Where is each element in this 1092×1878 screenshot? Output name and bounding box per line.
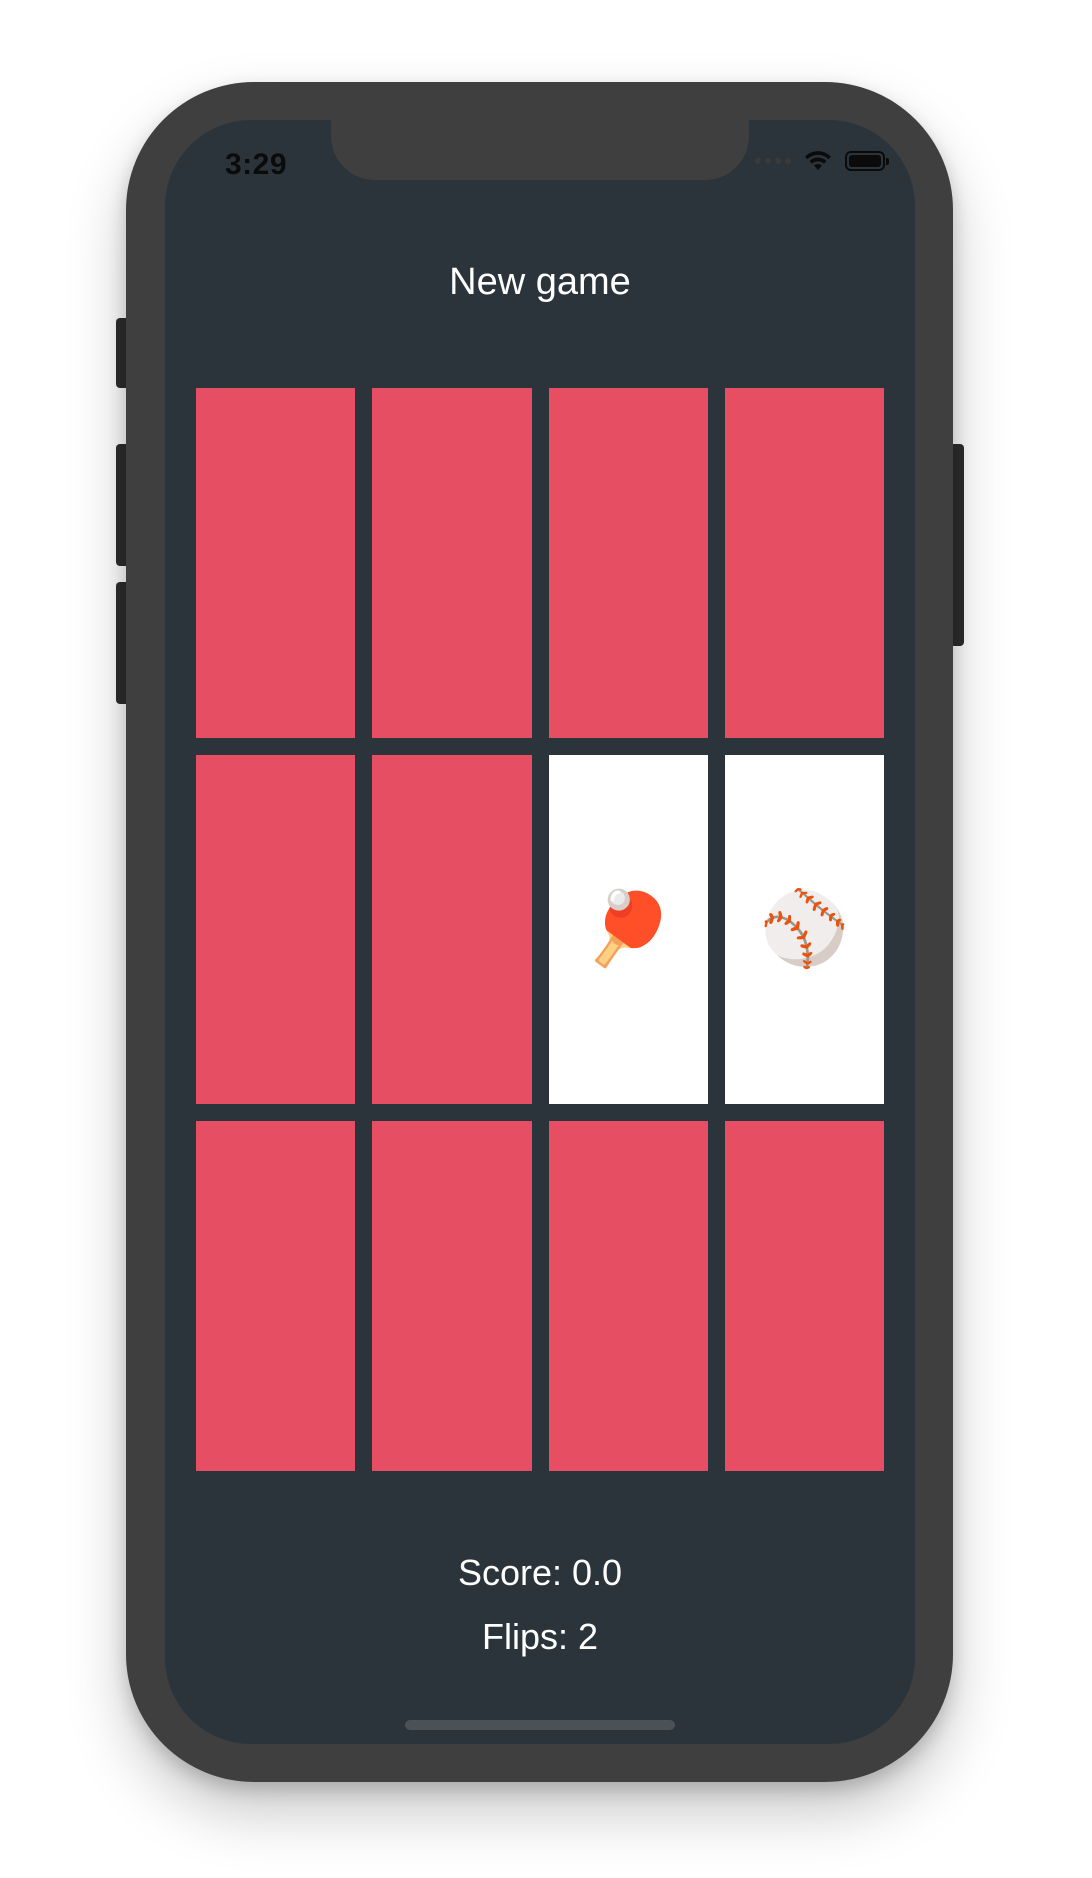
- score-label: Score: 0.0: [457, 1552, 623, 1593]
- app-screen: 3:29 New game 🏓 ⚾ Score: 0.0 Flips: 2: [165, 120, 915, 1744]
- new-game-button[interactable]: New game: [165, 260, 915, 305]
- card-emoji: ⚾: [759, 889, 850, 970]
- home-indicator[interactable]: [405, 1720, 675, 1730]
- card[interactable]: 🏓: [548, 754, 708, 1105]
- card[interactable]: [196, 388, 356, 738]
- status-time: 3:29: [225, 148, 288, 181]
- wifi-icon: [805, 151, 831, 170]
- card[interactable]: [372, 1121, 532, 1471]
- card[interactable]: [724, 388, 884, 738]
- device-stage: 3:29 New game 🏓 ⚾ Score: 0.0 Flips: 2: [0, 0, 1092, 1878]
- card[interactable]: [196, 1121, 356, 1471]
- card[interactable]: [372, 388, 532, 738]
- signal-dots-icon: [755, 158, 791, 164]
- card[interactable]: [548, 388, 708, 738]
- notch: [331, 120, 749, 180]
- card-grid: 🏓 ⚾: [196, 388, 884, 1471]
- card[interactable]: [372, 754, 532, 1105]
- card[interactable]: [724, 1121, 884, 1471]
- card[interactable]: ⚾: [724, 754, 884, 1105]
- battery-icon: [845, 151, 889, 171]
- card[interactable]: [196, 754, 356, 1105]
- flips-label: Flips: 2: [481, 1616, 599, 1657]
- card[interactable]: [548, 1121, 708, 1471]
- status-icons: [755, 150, 889, 172]
- card-emoji: 🏓: [583, 889, 673, 970]
